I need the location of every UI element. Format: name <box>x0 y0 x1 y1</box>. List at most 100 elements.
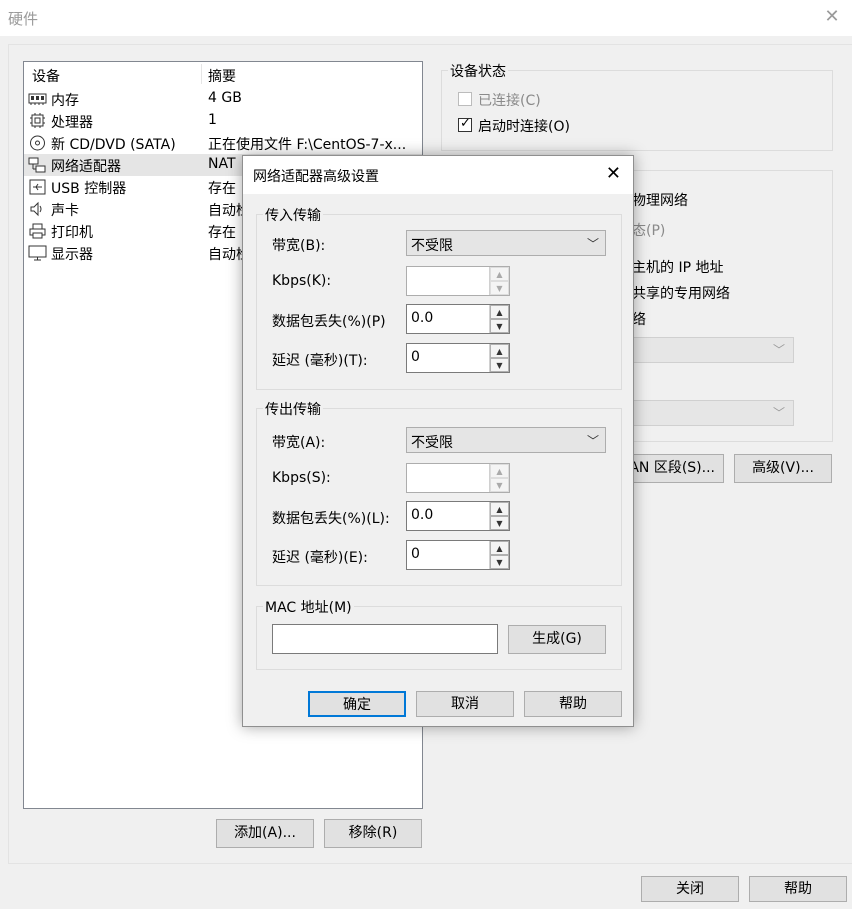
spin-down-icon[interactable]: ▼ <box>490 281 509 295</box>
spin-up-icon[interactable]: ▲ <box>490 267 509 281</box>
nat-label-fragment[interactable]: 主机的 IP 地址 <box>632 257 723 277</box>
chevron-down-icon: ﹀ <box>586 434 599 448</box>
spinner: ▲ ▼ <box>489 344 509 372</box>
column-summary-header[interactable]: 摘要 <box>208 66 236 86</box>
generate-mac-button[interactable]: 生成(G) <box>508 625 606 654</box>
spin-down-icon[interactable]: ▼ <box>490 516 509 530</box>
cd-dvd-icon <box>30 135 45 151</box>
device-name: 网络适配器 <box>51 159 121 175</box>
incoming-transfer-group: 传入传输 带宽(B): 不受限 ﹀ Kbps(K): ▲ ▼ 数据包丢失(%)(… <box>256 205 622 390</box>
device-name: 显示器 <box>51 247 93 263</box>
device-name: 声卡 <box>51 203 79 219</box>
outgoing-transfer-title: 传出传输 <box>263 399 323 419</box>
device-status-group: 设备状态 已连接(C) ✓ 启动时连接(O) <box>441 61 833 151</box>
device-name: 处理器 <box>51 115 93 131</box>
connect-on-start-checkbox[interactable]: ✓ <box>458 116 472 132</box>
usb-icon <box>29 179 46 195</box>
incoming-bandwidth-select[interactable]: 不受限 ﹀ <box>406 230 606 256</box>
spin-up-icon[interactable]: ▲ <box>490 305 509 319</box>
device-summary: 正在使用文件 F:\CentOS-7-x... <box>208 137 407 153</box>
incoming-bandwidth-value: 不受限 <box>411 238 453 254</box>
incoming-kbps-input[interactable]: ▲ ▼ <box>406 266 510 296</box>
custom-network-combo[interactable]: ﹀ <box>622 337 794 363</box>
replicate-state-fragment[interactable]: 态(P) <box>632 220 665 240</box>
spin-up-icon[interactable]: ▲ <box>490 344 509 358</box>
connected-checkbox[interactable] <box>458 92 472 106</box>
dialog-help-button[interactable]: 帮助 <box>524 691 622 717</box>
network-adapter-icon <box>28 157 46 173</box>
outgoing-loss-label: 数据包丢失(%)(L): <box>272 511 390 527</box>
incoming-loss-label: 数据包丢失(%)(P) <box>272 314 386 330</box>
speaker-icon <box>30 201 42 217</box>
incoming-latency-label: 延迟 (毫秒)(T): <box>272 353 368 369</box>
outgoing-bandwidth-label: 带宽(A): <box>272 435 326 451</box>
device-status-title: 设备状态 <box>448 61 508 81</box>
advanced-button[interactable]: 高级(V)... <box>734 454 832 483</box>
spin-down-icon[interactable]: ▼ <box>490 478 509 492</box>
dialog-close-button[interactable]: ✕ <box>606 163 621 184</box>
lan-segment-combo[interactable]: ﹀ <box>622 400 794 426</box>
list-header: 设备 摘要 <box>24 62 422 86</box>
incoming-transfer-title: 传入传输 <box>263 205 323 225</box>
custom-label-fragment[interactable]: 络 <box>632 309 646 329</box>
title-bar: 硬件 ✕ <box>0 0 852 36</box>
spin-down-icon[interactable]: ▼ <box>490 358 509 372</box>
remove-device-button[interactable]: 移除(R) <box>324 819 422 848</box>
spin-up-icon[interactable]: ▲ <box>490 541 509 555</box>
device-name: USB 控制器 <box>51 181 127 197</box>
device-row-processor[interactable]: 处理器 1 <box>24 110 422 132</box>
spin-up-icon[interactable]: ▲ <box>490 464 509 478</box>
bridged-label-fragment[interactable]: 物理网络 <box>632 190 688 210</box>
outgoing-latency-value: 0 <box>411 546 420 562</box>
outgoing-kbps-input[interactable]: ▲ ▼ <box>406 463 510 493</box>
device-row-cd-dvd[interactable]: 新 CD/DVD (SATA) 正在使用文件 F:\CentOS-7-x... <box>24 132 422 154</box>
incoming-latency-input[interactable]: 0 ▲ ▼ <box>406 343 510 373</box>
mac-address-title: MAC 地址(M) <box>263 597 354 617</box>
spinner: ▲ ▼ <box>489 502 509 530</box>
spin-up-icon[interactable]: ▲ <box>490 502 509 516</box>
window-close-button[interactable]: ✕ <box>820 5 844 29</box>
outgoing-loss-input[interactable]: 0.0 ▲ ▼ <box>406 501 510 531</box>
incoming-bandwidth-label: 带宽(B): <box>272 238 326 254</box>
host-only-label-fragment[interactable]: 共享的专用网络 <box>632 283 730 303</box>
device-row-memory[interactable]: 内存 4 GB <box>24 88 422 110</box>
outgoing-bandwidth-value: 不受限 <box>411 435 453 451</box>
spinner: ▲ ▼ <box>489 464 509 492</box>
device-summary: 4 GB <box>208 90 242 106</box>
device-summary: 1 <box>208 112 217 128</box>
column-separator[interactable] <box>201 64 202 84</box>
column-device-header[interactable]: 设备 <box>32 66 60 86</box>
close-button[interactable]: 关闭 <box>641 876 739 902</box>
dialog-title-bar: 网络适配器高级设置 ✕ <box>243 156 633 194</box>
window-title: 硬件 <box>8 10 39 28</box>
cancel-button[interactable]: 取消 <box>416 691 514 717</box>
outgoing-bandwidth-select[interactable]: 不受限 ﹀ <box>406 427 606 453</box>
outgoing-latency-label: 延迟 (毫秒)(E): <box>272 550 368 566</box>
mac-address-input[interactable] <box>272 624 498 654</box>
spinner: ▲ ▼ <box>489 541 509 569</box>
spinner: ▲ ▼ <box>489 267 509 295</box>
incoming-loss-value: 0.0 <box>411 310 434 326</box>
chevron-down-icon: ﹀ <box>772 343 785 357</box>
device-name: 打印机 <box>51 225 93 241</box>
outgoing-transfer-group: 传出传输 带宽(A): 不受限 ﹀ Kbps(S): ▲ ▼ 数据包丢失(%)(… <box>256 399 622 586</box>
incoming-kbps-label: Kbps(K): <box>272 273 332 289</box>
check-mark-icon: ✓ <box>460 116 471 131</box>
printer-icon <box>29 223 46 239</box>
incoming-loss-input[interactable]: 0.0 ▲ ▼ <box>406 304 510 334</box>
memory-icon <box>28 93 47 105</box>
spin-down-icon[interactable]: ▼ <box>490 319 509 333</box>
spin-down-icon[interactable]: ▼ <box>490 555 509 569</box>
spinner: ▲ ▼ <box>489 305 509 333</box>
connected-label[interactable]: 已连接(C) <box>478 90 541 110</box>
dialog-title: 网络适配器高级设置 <box>253 169 379 185</box>
connect-on-start-label[interactable]: 启动时连接(O) <box>478 116 570 136</box>
add-device-button[interactable]: 添加(A)... <box>216 819 314 848</box>
incoming-latency-value: 0 <box>411 349 420 365</box>
chevron-down-icon: ﹀ <box>772 406 785 420</box>
outgoing-latency-input[interactable]: 0 ▲ ▼ <box>406 540 510 570</box>
ok-button[interactable]: 确定 <box>308 691 406 717</box>
outgoing-kbps-label: Kbps(S): <box>272 470 331 486</box>
monitor-icon <box>28 245 47 261</box>
help-button[interactable]: 帮助 <box>749 876 847 902</box>
